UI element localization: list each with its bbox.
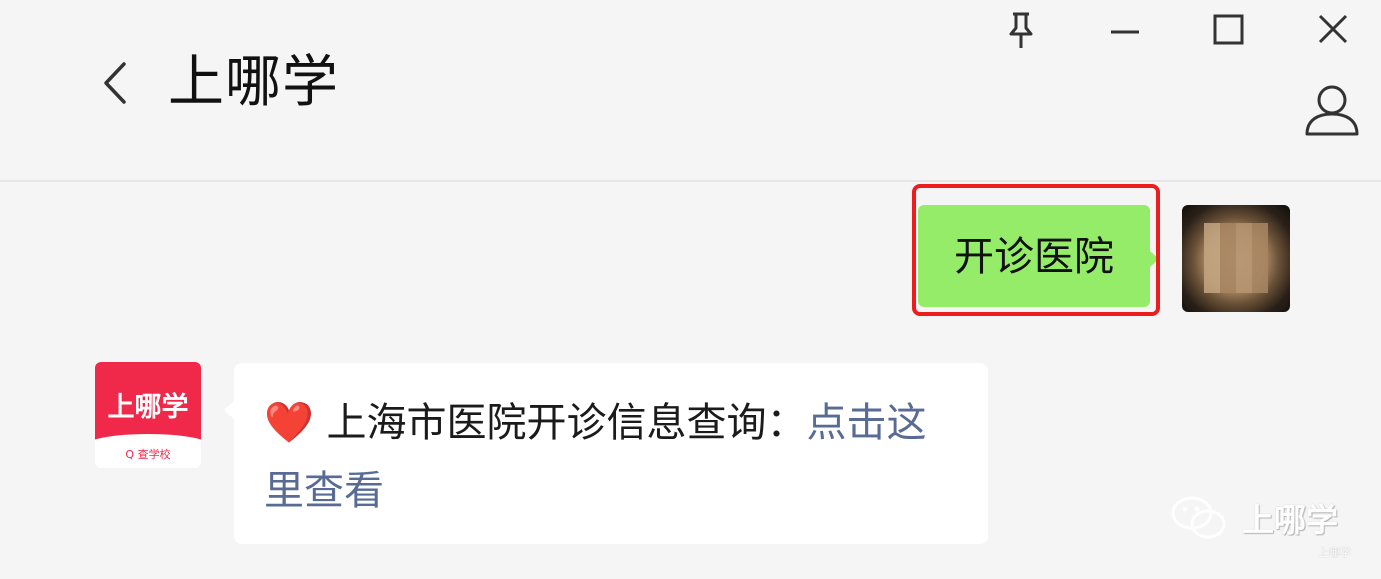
- minimize-button[interactable]: [1101, 6, 1149, 54]
- avatar-logo-subtext: Q 查学校: [125, 448, 171, 461]
- chevron-left-icon: [104, 62, 126, 104]
- outgoing-message-bubble[interactable]: 开诊医院: [918, 205, 1159, 307]
- avatar-mosaic: [1204, 223, 1268, 293]
- minimize-icon: [1111, 30, 1139, 34]
- avatar-logo-text: 上哪学: [107, 392, 189, 423]
- watermark-text: 上哪学: [1242, 501, 1339, 539]
- back-button[interactable]: [96, 58, 136, 108]
- chat-info-button[interactable]: [1302, 80, 1362, 140]
- maximize-button[interactable]: [1204, 6, 1252, 54]
- chat-header: 上哪学: [0, 0, 1381, 182]
- my-avatar[interactable]: [1182, 205, 1290, 312]
- incoming-message-text: ❤️ 上海市医院开诊信息查询：点击这里查看: [264, 389, 964, 525]
- incoming-message-bubble[interactable]: ❤️ 上海市医院开诊信息查询：点击这里查看: [224, 363, 988, 544]
- watermark-small-text: 上哪学: [1318, 546, 1351, 559]
- close-icon: [1318, 14, 1348, 44]
- user-icon: [1305, 85, 1359, 136]
- watermark: 上哪学: [1170, 494, 1338, 542]
- maximize-icon: [1213, 14, 1244, 45]
- pin-button[interactable]: [997, 6, 1045, 54]
- pin-icon: [1009, 12, 1033, 48]
- wechat-icon: [1171, 496, 1226, 539]
- outgoing-message-text: 开诊医院: [954, 234, 1114, 280]
- message-content: 上海市医院开诊信息查询：: [326, 400, 807, 446]
- chat-title: 上哪学: [168, 50, 339, 115]
- bot-avatar[interactable]: 上哪学 Q 查学校: [95, 362, 201, 468]
- heart-icon: ❤️: [264, 400, 314, 446]
- close-button[interactable]: [1308, 6, 1356, 54]
